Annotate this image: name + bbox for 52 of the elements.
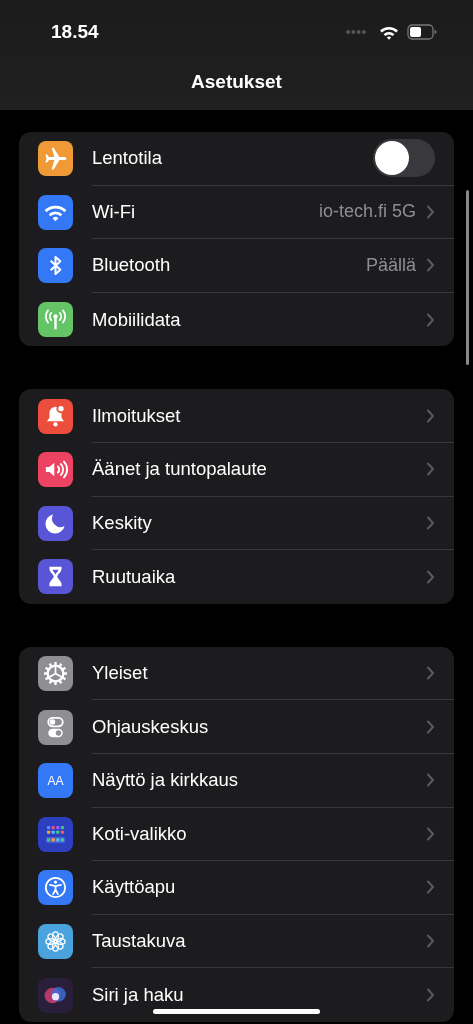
row-label: Ilmoitukset xyxy=(92,404,182,427)
row-value: io-tech.fi 5G xyxy=(318,201,416,223)
chevron-icon xyxy=(426,880,435,895)
row-label: Ohjauskeskus xyxy=(92,715,210,738)
chevron-icon xyxy=(426,826,435,841)
battery-icon xyxy=(407,24,437,40)
row-label: Mobiilidata xyxy=(92,308,182,331)
settings-row[interactable]: Bluetooth Päällä xyxy=(19,239,454,293)
chevron-icon xyxy=(426,569,435,584)
chevron-icon xyxy=(426,258,435,273)
chevron-icon xyxy=(426,773,435,788)
row-label: Lentotila xyxy=(92,147,163,170)
signal-icon xyxy=(345,29,367,35)
row-label: Koti-valikko xyxy=(92,822,188,845)
row-label: Taustakuva xyxy=(92,930,187,952)
row-label: Näyttö ja kirkkaus xyxy=(92,769,239,792)
chevron-icon xyxy=(426,408,435,423)
settings-row[interactable]: Keskity xyxy=(19,496,454,551)
settings-row[interactable]: Ruutuaika xyxy=(19,550,454,604)
text-size-icon: AA xyxy=(38,763,73,799)
row-label: Käyttöapu xyxy=(92,876,177,899)
page-title: Asetukset xyxy=(190,71,283,93)
row-label: Ruutuaika xyxy=(92,565,177,588)
row-label: Äänet ja tuntopalaute xyxy=(92,458,268,481)
settings-row[interactable]: Koti-valikko xyxy=(19,807,454,862)
settings-row[interactable]: Äänet ja tuntopalaute xyxy=(19,442,454,497)
chevron-icon xyxy=(426,666,435,681)
row-label: Keskity xyxy=(92,511,153,534)
settings-row[interactable]: Yleiset xyxy=(19,646,454,701)
chevron-icon xyxy=(426,719,435,734)
status-time: 18.54 xyxy=(51,21,99,43)
chevron-icon xyxy=(426,462,435,477)
chevron-icon xyxy=(426,515,435,530)
settings-row[interactable]: Ohjauskeskus xyxy=(19,700,454,754)
settings-row[interactable]: Ilmoitukset xyxy=(19,389,454,443)
row-label: Siri ja haku xyxy=(92,984,185,1007)
settings-row[interactable]: Käyttöapu xyxy=(19,861,454,915)
settings-row[interactable]: Wi-Fi io-tech.fi 5G xyxy=(19,185,454,240)
chevron-icon xyxy=(426,934,435,948)
settings-row[interactable]: Mobiilidata xyxy=(19,292,454,347)
row-value: Päällä xyxy=(365,255,416,276)
chevron-icon xyxy=(426,988,435,1003)
toggle-switch[interactable] xyxy=(373,139,435,178)
chevron-icon xyxy=(426,204,435,219)
wifi-icon xyxy=(379,24,399,40)
row-label: Wi-Fi xyxy=(92,200,137,223)
settings-row[interactable]: Taustakuva xyxy=(19,914,454,969)
row-label: Yleiset xyxy=(92,662,149,685)
row-label: Bluetooth xyxy=(92,254,172,277)
settings-row[interactable]: AA Näyttö ja kirkkaus xyxy=(19,753,454,808)
chevron-icon xyxy=(426,312,435,327)
settings-row[interactable]: Lentotila xyxy=(19,132,454,186)
